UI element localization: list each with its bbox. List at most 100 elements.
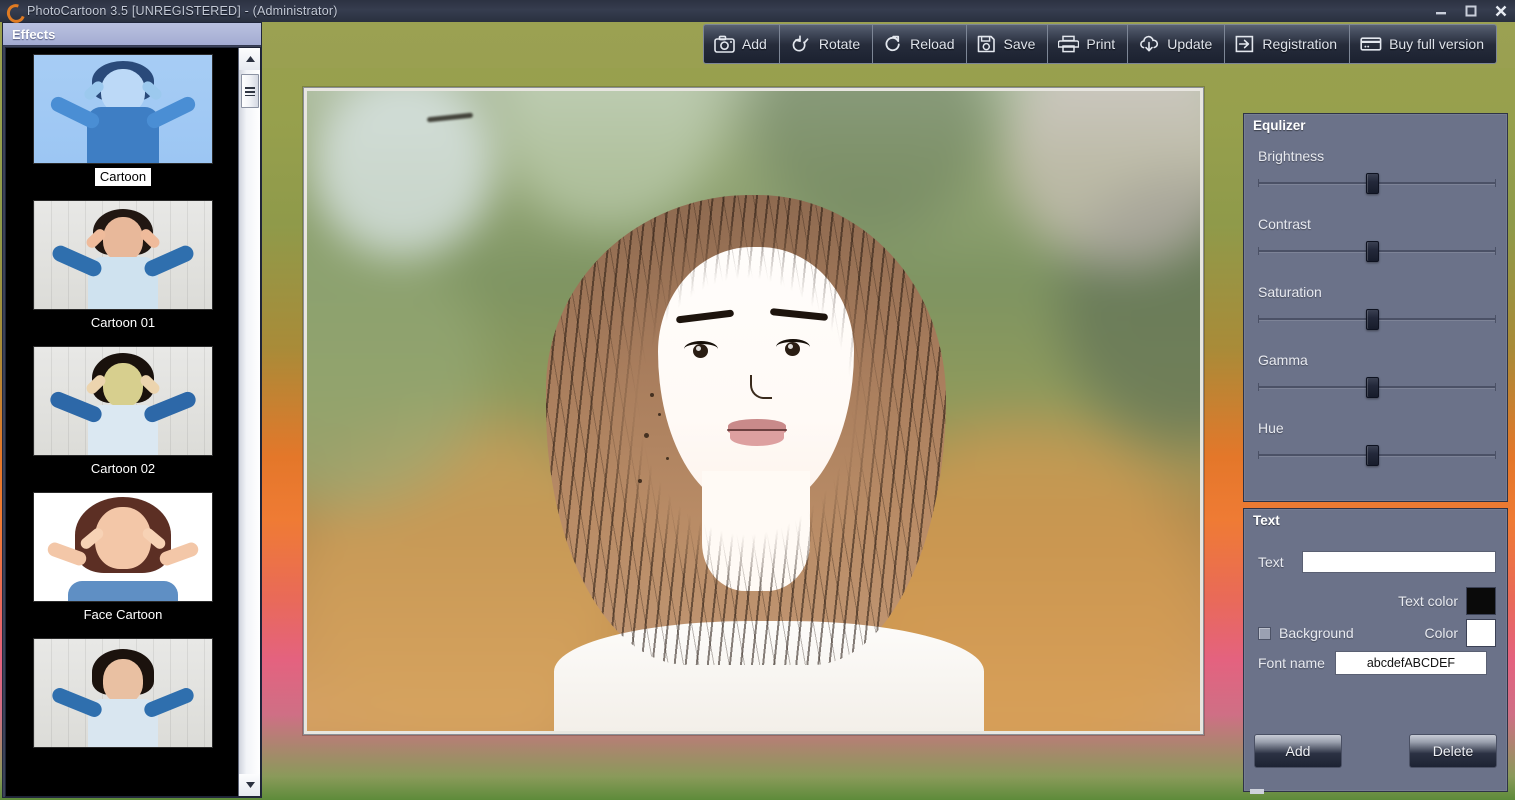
add-button[interactable]: Add xyxy=(702,24,779,64)
printer-icon xyxy=(1058,35,1080,53)
background-color-swatch[interactable] xyxy=(1466,619,1496,647)
saturation-label: Saturation xyxy=(1258,284,1322,300)
background-color-label: Color xyxy=(1424,625,1458,641)
save-button-label: Save xyxy=(1003,36,1036,52)
window-title: PhotoCartoon 3.5 [UNREGISTERED] - (Admin… xyxy=(27,4,338,18)
effects-panel: Effects Cartoon Cartoon 01 Cartoon 02 Fa… xyxy=(2,22,262,798)
main-toolbar: Add Rotate Reload Save Print Update Regi… xyxy=(702,24,1497,64)
rotate-button-label: Rotate xyxy=(818,36,861,52)
cloud-download-icon xyxy=(1138,35,1160,53)
close-icon[interactable] xyxy=(1493,3,1509,19)
background-label: Background xyxy=(1279,625,1354,641)
background-checkbox[interactable] xyxy=(1258,626,1271,640)
rotate-button[interactable]: Rotate xyxy=(778,24,873,64)
rotate-icon xyxy=(790,35,812,53)
equalizer-title: Equlizer xyxy=(1253,118,1306,133)
title-bar: PhotoCartoon 3.5 [UNREGISTERED] - (Admin… xyxy=(0,0,1515,22)
contrast-slider-group: Contrast xyxy=(1258,216,1496,262)
gamma-slider-group: Gamma xyxy=(1258,352,1496,398)
app-logo-icon xyxy=(5,3,21,19)
floppy-disk-icon xyxy=(977,35,996,53)
brightness-slider-group: Brightness xyxy=(1258,148,1496,194)
credit-card-icon xyxy=(1360,35,1382,53)
contrast-slider[interactable] xyxy=(1258,241,1496,262)
effect-item-label: Cartoon xyxy=(93,167,153,187)
add-button-label: Add xyxy=(741,36,767,52)
effects-list-container: Cartoon Cartoon 01 Cartoon 02 Face Carto… xyxy=(5,47,261,797)
status-resize-nub xyxy=(1250,789,1264,794)
registration-button-label: Registration xyxy=(1262,36,1338,52)
slider-knob[interactable] xyxy=(1366,241,1380,262)
scroll-down-arrow-icon[interactable] xyxy=(239,774,260,796)
reload-button[interactable]: Reload xyxy=(872,24,967,64)
maximize-icon[interactable] xyxy=(1463,3,1479,19)
equalizer-panel: Equlizer Brightness Contrast Saturation … xyxy=(1243,113,1508,502)
saturation-slider-group: Saturation xyxy=(1258,284,1496,330)
effect-item-cartoon[interactable]: Cartoon xyxy=(6,48,240,194)
effect-item-cartoon-01[interactable]: Cartoon 01 xyxy=(6,194,240,340)
update-button-label: Update xyxy=(1167,36,1213,52)
update-button[interactable]: Update xyxy=(1127,24,1225,64)
effects-tab-label: Effects xyxy=(12,26,56,42)
brightness-label: Brightness xyxy=(1258,148,1325,164)
slider-knob[interactable] xyxy=(1366,377,1380,398)
slider-knob[interactable] xyxy=(1366,445,1380,466)
effect-item-label: Cartoon 01 xyxy=(90,315,156,330)
effect-item-partial[interactable] xyxy=(6,632,240,762)
saturation-slider[interactable] xyxy=(1258,309,1496,330)
reload-icon xyxy=(883,35,903,53)
add-text-button[interactable]: Add xyxy=(1254,734,1342,768)
font-name-label: Font name xyxy=(1258,655,1325,671)
reload-button-label: Reload xyxy=(910,36,955,52)
arrow-into-box-icon xyxy=(1235,35,1255,53)
scroll-thumb-grip-icon[interactable] xyxy=(241,74,259,108)
scroll-up-arrow-icon[interactable] xyxy=(239,48,260,70)
effect-thumbnail xyxy=(33,346,213,456)
font-name-field[interactable]: abcdefABCDEF xyxy=(1334,651,1487,675)
effect-thumbnail xyxy=(33,638,213,748)
effect-item-face-cartoon[interactable]: Face Cartoon xyxy=(6,486,240,632)
cartoon-portrait xyxy=(307,161,1200,731)
effect-thumbnail xyxy=(33,54,213,164)
hue-slider-group: Hue xyxy=(1258,420,1496,466)
effects-list: Cartoon Cartoon 01 Cartoon 02 Face Carto… xyxy=(6,48,240,796)
effect-item-label: Face Cartoon xyxy=(83,607,163,622)
registration-button[interactable]: Registration xyxy=(1224,24,1350,64)
text-color-row: Text color xyxy=(1258,587,1496,615)
application-window: PhotoCartoon 3.5 [UNREGISTERED] - (Admin… xyxy=(0,0,1515,800)
slider-knob[interactable] xyxy=(1366,173,1380,194)
delete-text-button-label: Delete xyxy=(1432,743,1474,759)
tab-effects[interactable]: Effects xyxy=(3,23,261,46)
text-panel: Text Text Text color Background Color Fo… xyxy=(1243,508,1508,792)
print-button-label: Print xyxy=(1086,36,1116,52)
slider-knob[interactable] xyxy=(1366,309,1380,330)
hue-slider[interactable] xyxy=(1258,445,1496,466)
save-button[interactable]: Save xyxy=(966,24,1048,64)
buy-full-version-button-label: Buy full version xyxy=(1389,36,1484,52)
text-color-label: Text color xyxy=(1398,593,1458,609)
gamma-label: Gamma xyxy=(1258,352,1308,368)
add-text-button-label: Add xyxy=(1285,743,1311,759)
delete-text-button[interactable]: Delete xyxy=(1409,734,1497,768)
contrast-label: Contrast xyxy=(1258,216,1311,232)
brightness-slider[interactable] xyxy=(1258,173,1496,194)
text-field-row: Text xyxy=(1258,551,1496,573)
effect-item-label xyxy=(118,752,128,754)
print-button[interactable]: Print xyxy=(1047,24,1128,64)
effect-item-cartoon-02[interactable]: Cartoon 02 xyxy=(6,340,240,486)
text-panel-title: Text xyxy=(1253,513,1280,528)
buy-full-version-button[interactable]: Buy full version xyxy=(1349,24,1497,64)
effect-item-label: Cartoon 02 xyxy=(90,461,156,476)
window-controls xyxy=(1433,0,1509,22)
effects-scrollbar[interactable] xyxy=(238,48,260,796)
camera-icon xyxy=(714,35,735,53)
gamma-slider[interactable] xyxy=(1258,377,1496,398)
effect-thumbnail xyxy=(33,492,213,602)
text-color-swatch[interactable] xyxy=(1466,587,1496,615)
preview-photo xyxy=(307,91,1200,731)
text-input[interactable] xyxy=(1302,551,1496,573)
image-canvas-frame[interactable] xyxy=(303,87,1204,735)
background-row: Background Color xyxy=(1258,619,1496,647)
minimize-icon[interactable] xyxy=(1433,3,1449,19)
text-field-label: Text xyxy=(1258,554,1284,570)
